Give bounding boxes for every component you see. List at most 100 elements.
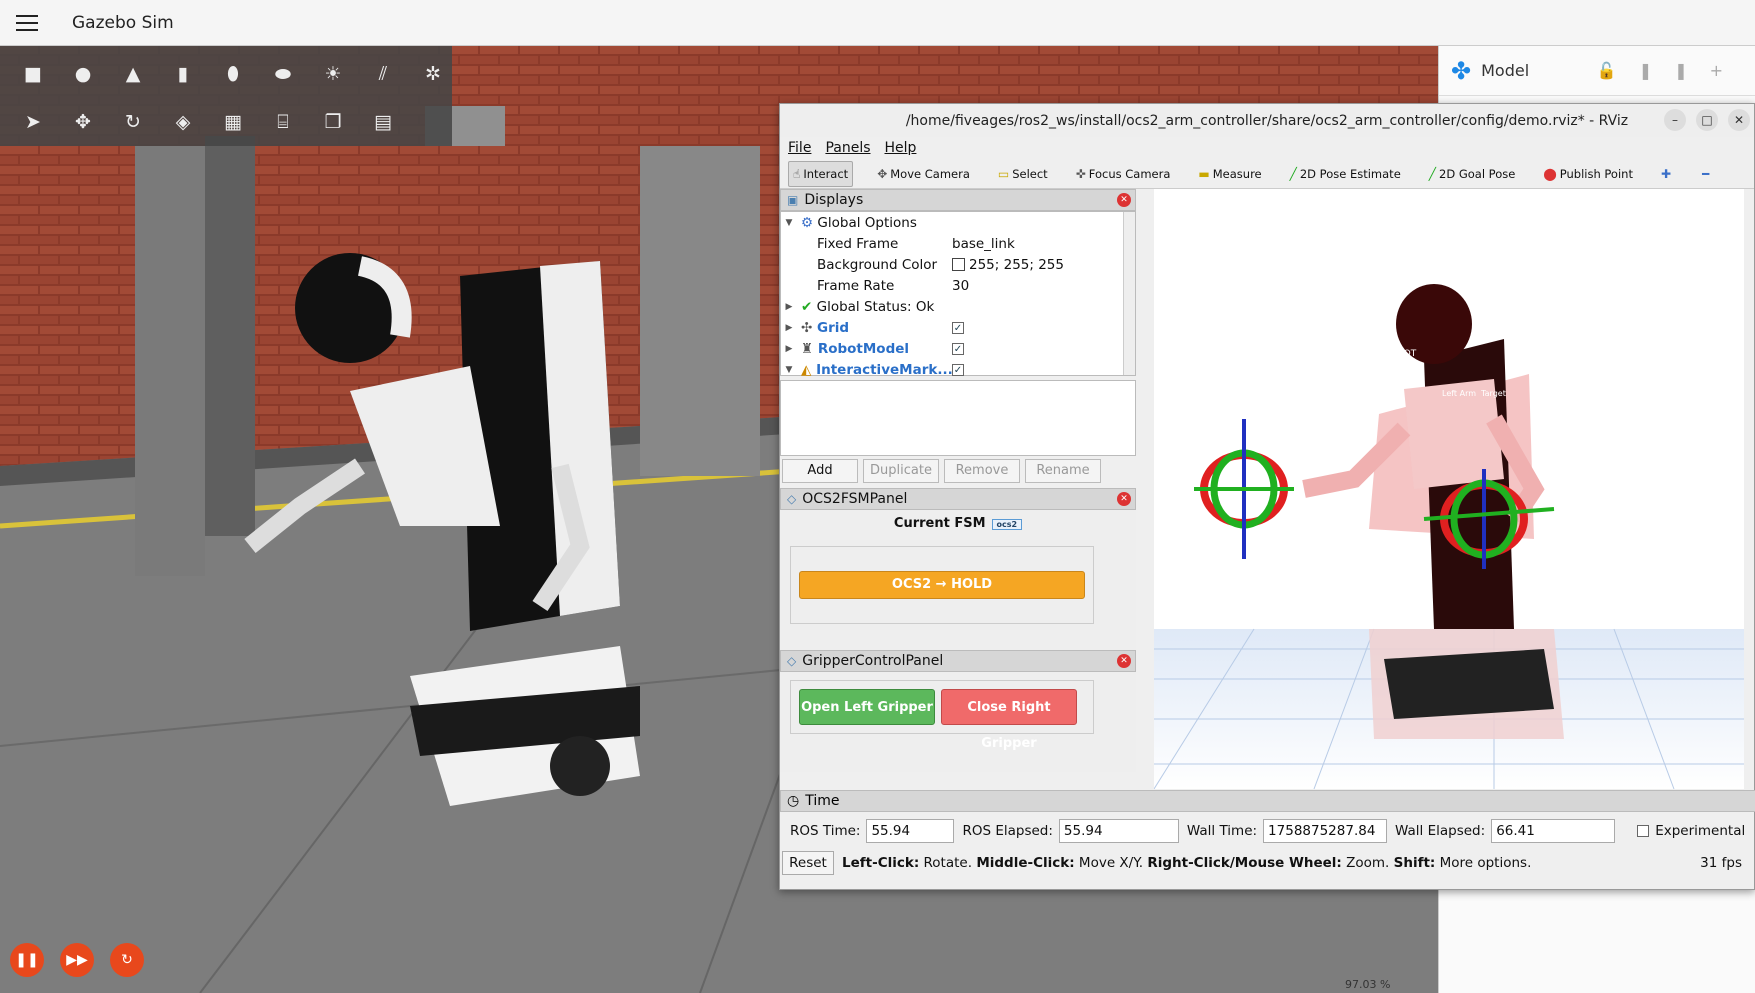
ellipsoid-shape-icon[interactable]: ⬬ [258,52,308,96]
transform-control-icon[interactable]: ◈ [158,100,208,144]
experimental-checkbox[interactable] [1637,825,1650,837]
tool-interact[interactable]: ☝ Interact [788,160,854,187]
tool-focus-camera[interactable]: ✜ Focus Camera [1072,161,1175,187]
sphere-shape-icon[interactable]: ● [58,52,108,96]
interactive-marker-icon: ◭ [801,361,812,378]
maximize-icon[interactable]: □ [1696,109,1718,131]
real-time-factor: 97.03 % [1345,978,1391,991]
interact-icon: ☝ [793,166,801,181]
remove-button[interactable]: Remove [944,459,1020,483]
expand-arrow-icon[interactable]: ▶ [781,344,797,354]
tree-row-background-color[interactable]: Background Color 255; 255; 255 [781,254,1135,275]
tree-row-grid[interactable]: ▶ ✣ Grid ✓ [781,317,1135,338]
expand-arrow-icon[interactable]: ▶ [781,323,797,333]
tree-scrollbar[interactable] [1123,212,1135,375]
close-icon[interactable]: ✕ [1728,109,1750,131]
expand-arrow-icon[interactable]: ▶ [781,302,797,312]
copy-icon[interactable]: ❐ [308,100,358,144]
tree-row-interactive-markers[interactable]: ▼ ◭ InteractiveMark... ✓ [781,359,1135,380]
fsm-transition-button[interactable]: OCS2 → HOLD [799,571,1085,599]
tool-publish-point[interactable]: ⬤ Publish Point [1539,161,1637,187]
collapse-arrow-icon[interactable]: ▼ [781,218,797,228]
directional-light-icon[interactable]: ⫽ [358,52,408,96]
menu-help[interactable]: Help [885,140,917,156]
cylinder-shape-icon[interactable]: ▮ [158,52,208,96]
grid-checkbox[interactable]: ✓ [952,321,964,334]
select-arrow-icon[interactable]: ➤ [8,100,58,144]
tree-row-frame-rate[interactable]: Frame Rate 30 [781,275,1135,296]
displays-panel-header: ▣ Displays ✕ [780,189,1136,211]
collapse-arrow-icon[interactable]: ▼ [781,365,797,375]
time-panel-header: ◷ Time [780,790,1755,812]
tree-row-fixed-frame[interactable]: Fixed Frame base_link [781,233,1135,254]
tool-select[interactable]: ▭ Select [994,161,1052,187]
check-icon: ✔ [801,298,813,315]
wall-elapsed-field[interactable]: 66.41 [1491,819,1616,843]
ros-time-field[interactable]: 55.94 [866,819,955,843]
spot-light-icon[interactable]: ✲ [408,52,458,96]
fsm-state-badge: ocs2 [991,519,1023,530]
close-panel-icon[interactable]: ✕ [1117,492,1131,506]
clock-icon: ◷ [787,793,800,809]
close-right-gripper-button[interactable]: Close Right Gripper [941,689,1077,751]
tool-2d-goal-pose[interactable]: ╱ 2D Goal Pose [1425,161,1520,187]
experimental-label: Experimental [1655,823,1746,839]
fsm-panel-header: ◇ OCS2FSMPanel ✕ [780,488,1136,510]
close-panel-icon[interactable]: ✕ [1117,654,1131,668]
ros-elapsed-label: ROS Elapsed: [962,823,1053,839]
tool-2d-pose-estimate[interactable]: ╱ 2D Pose Estimate [1286,161,1405,187]
pause-icon[interactable]: ❚❚ [10,943,44,977]
close-panel-icon[interactable]: ✕ [1117,193,1131,207]
wall-time-label: Wall Time: [1186,823,1258,839]
grid-icon: ✣ [801,319,813,336]
tree-row-global-options[interactable]: ▼ ⚙ Global Options [781,212,1135,233]
gripper-panel-body: Open Left Gripper Close Right Gripper [780,672,1136,772]
reset-sim-icon[interactable]: ↻ [110,943,144,977]
rotate-icon[interactable]: ↻ [108,100,158,144]
focus-camera-icon: ✜ [1075,166,1086,181]
point-light-icon[interactable]: ☀ [308,52,358,96]
open-left-gripper-button[interactable]: Open Left Gripper [799,689,935,725]
select-box-icon: ▭ [997,166,1010,181]
color-swatch [952,258,965,271]
display-description [780,380,1136,456]
viewport-render [1154,284,1744,789]
rviz-menu-bar: File Panels Help [780,137,1754,159]
minimize-icon[interactable]: – [1664,109,1686,131]
ros-elapsed-field[interactable]: 55.94 [1058,819,1179,843]
translate-icon[interactable]: ✥ [58,100,108,144]
tool-move-camera[interactable]: ✥ Move Camera [873,161,974,187]
grid-snap-icon[interactable]: ▦ [208,100,258,144]
interactive-markers-checkbox[interactable]: ✓ [952,363,964,376]
hamburger-menu-icon[interactable] [16,14,38,31]
menu-panels[interactable]: Panels [825,140,870,156]
box-shape-icon[interactable]: ■ [8,52,58,96]
tree-row-robot-model[interactable]: ▶ ♜ RobotModel ✓ [781,338,1135,359]
rviz-3d-viewport[interactable]: AGIBOT Left Arm Target [1154,189,1744,789]
paste-icon[interactable]: ▤ [358,100,408,144]
robot-model-checkbox[interactable]: ✓ [952,342,964,355]
cone-shape-icon[interactable]: ▲ [108,52,158,96]
minus-icon: ━ [1702,166,1710,181]
remove-tool-button[interactable]: ━ [1698,161,1716,187]
tree-row-global-status[interactable]: ▶ ✔ Global Status: Ok [781,296,1135,317]
capsule-shape-icon[interactable]: ⬮ [208,52,258,96]
simulation-controls: ❚❚ ▶▶ ↻ [10,943,160,977]
screenshot-camera-icon[interactable]: ⌸ [258,100,308,144]
diamond-icon: ◇ [787,654,797,668]
measure-icon: ▬ [1198,166,1210,181]
add-display-button[interactable]: Add [782,459,858,483]
ros-time-label: ROS Time: [790,823,861,839]
duplicate-button[interactable]: Duplicate [863,459,939,483]
wall-time-field[interactable]: 1758875287.84 [1263,819,1388,843]
rename-button[interactable]: Rename [1025,459,1101,483]
rviz-left-dock: ▣ Displays ✕ ▼ ⚙ Global Options Fixed Fra… [780,189,1136,785]
reset-button[interactable]: Reset [782,851,834,875]
menu-file[interactable]: File [788,140,811,156]
tool-measure[interactable]: ▬ Measure [1194,161,1265,187]
step-forward-icon[interactable]: ▶▶ [60,943,94,977]
move-camera-icon: ✥ [877,166,888,181]
marker-label: Left Arm Target [1442,389,1506,398]
panel-actions[interactable]: 🔓❚❚+ [1597,61,1745,80]
add-tool-button[interactable]: ✚ [1657,161,1678,187]
